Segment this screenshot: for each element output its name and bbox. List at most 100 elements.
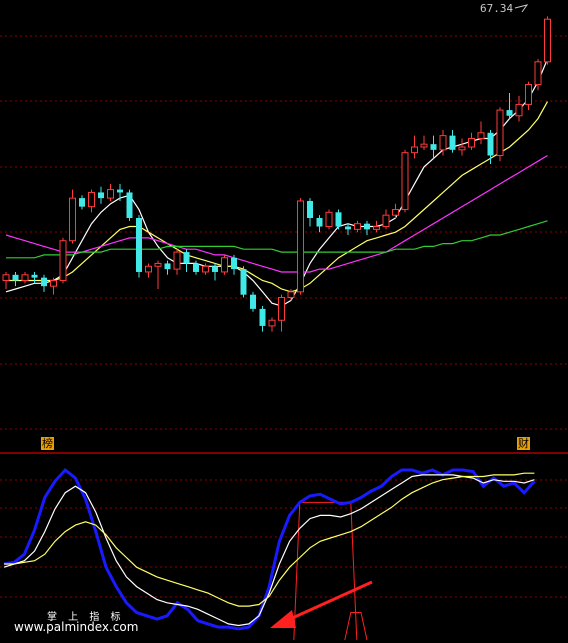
candle-body bbox=[534, 61, 542, 86]
candle bbox=[392, 203, 399, 218]
candle-body bbox=[449, 135, 456, 150]
candle-body bbox=[240, 269, 247, 295]
candle bbox=[193, 260, 199, 275]
candle-body bbox=[297, 200, 304, 293]
candle bbox=[164, 260, 171, 275]
candle-body bbox=[41, 277, 47, 287]
candle-body bbox=[2, 274, 10, 281]
candle bbox=[268, 317, 276, 332]
candle-body bbox=[430, 144, 437, 150]
candle bbox=[420, 135, 428, 150]
signal-arrow-head bbox=[270, 610, 296, 628]
candle-body bbox=[496, 109, 504, 157]
candle bbox=[430, 135, 437, 159]
candle-body bbox=[193, 263, 199, 272]
candle-body bbox=[468, 137, 475, 148]
candle bbox=[525, 81, 532, 111]
candle bbox=[382, 209, 390, 230]
candle bbox=[145, 263, 152, 278]
indicator-tag-right[interactable]: 财 bbox=[517, 437, 530, 450]
candle-body bbox=[69, 197, 76, 242]
candle-body bbox=[287, 291, 295, 299]
candle bbox=[173, 249, 181, 275]
candle-body bbox=[250, 294, 256, 309]
candle bbox=[259, 306, 266, 332]
candle bbox=[231, 254, 237, 275]
candle-body bbox=[231, 257, 237, 270]
candle-body bbox=[145, 265, 152, 273]
candle-body bbox=[345, 226, 351, 230]
candle-body bbox=[183, 252, 190, 264]
candle-body bbox=[325, 211, 333, 228]
candle bbox=[487, 129, 494, 165]
candle-body bbox=[88, 191, 95, 208]
candle bbox=[59, 237, 67, 284]
candle bbox=[307, 198, 313, 227]
candle bbox=[335, 209, 342, 230]
candlestick-series bbox=[2, 16, 551, 332]
main-ma-lines bbox=[5, 58, 549, 307]
candle bbox=[496, 107, 504, 162]
candle-body bbox=[487, 132, 494, 156]
candle bbox=[88, 189, 95, 213]
candle bbox=[515, 95, 523, 122]
candle-body bbox=[164, 263, 171, 270]
candle bbox=[325, 209, 333, 230]
candle-body bbox=[382, 214, 390, 228]
candle bbox=[458, 138, 466, 156]
candle-body bbox=[12, 274, 19, 281]
signal-bar-1 bbox=[293, 501, 358, 641]
candle-body bbox=[221, 257, 228, 273]
candle-body bbox=[420, 143, 428, 148]
ma-line-4 bbox=[6, 220, 548, 259]
candle bbox=[316, 215, 323, 233]
candle bbox=[411, 135, 418, 159]
candle bbox=[126, 189, 133, 221]
candle bbox=[373, 220, 380, 233]
candle bbox=[12, 271, 19, 287]
candle bbox=[345, 223, 351, 236]
oscillator-line-1 bbox=[3, 467, 536, 631]
candle bbox=[506, 93, 513, 119]
candle-body bbox=[79, 198, 85, 207]
candle-body bbox=[117, 189, 123, 193]
candle-body bbox=[212, 266, 218, 272]
candle-body bbox=[458, 146, 466, 151]
candle bbox=[297, 198, 304, 295]
candle-body bbox=[307, 200, 313, 218]
candle bbox=[278, 294, 285, 332]
candle-body bbox=[126, 192, 133, 218]
candle bbox=[468, 132, 475, 150]
candle-body bbox=[31, 274, 38, 278]
candle-body bbox=[411, 146, 418, 154]
candle bbox=[21, 271, 29, 284]
candle-body bbox=[439, 135, 447, 151]
candle bbox=[154, 260, 162, 289]
candle-body bbox=[154, 262, 162, 267]
candle-body bbox=[268, 319, 276, 327]
ma-line-2 bbox=[6, 101, 549, 293]
candle bbox=[449, 129, 456, 153]
indicator-tag-left[interactable]: 榜 bbox=[41, 437, 54, 450]
candle bbox=[477, 121, 485, 145]
candle-body bbox=[354, 223, 361, 230]
price-pointer-arrow bbox=[514, 4, 529, 13]
candle bbox=[107, 183, 114, 201]
candle bbox=[79, 195, 85, 210]
candle-body bbox=[477, 132, 485, 139]
price-label: 67.34 bbox=[480, 2, 514, 15]
candle-body bbox=[335, 212, 342, 227]
candle-body bbox=[316, 218, 323, 227]
candle-body bbox=[59, 240, 67, 281]
candle-body bbox=[202, 265, 209, 273]
chart-canvas bbox=[0, 4, 568, 641]
candle bbox=[364, 220, 370, 236]
ma-line-1 bbox=[5, 58, 549, 307]
candle-body bbox=[525, 84, 532, 105]
candle-body bbox=[392, 208, 399, 216]
oscillator-lines bbox=[3, 467, 536, 631]
candle bbox=[69, 189, 76, 244]
candle-body bbox=[107, 189, 114, 199]
candle bbox=[31, 271, 38, 284]
signal-arrow-shaft bbox=[287, 580, 373, 622]
